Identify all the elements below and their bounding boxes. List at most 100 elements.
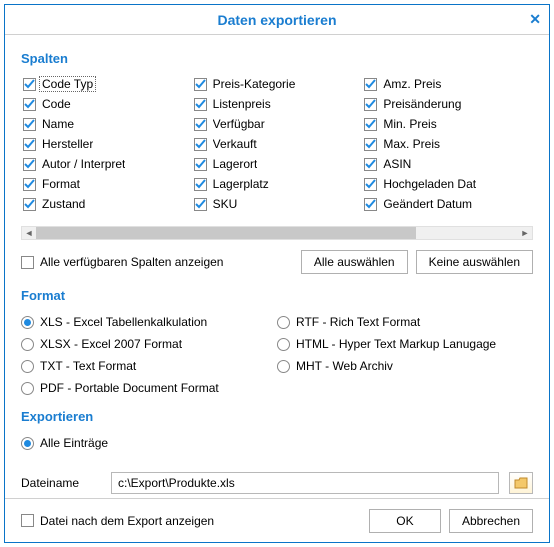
column-checkbox[interactable] — [23, 78, 36, 91]
column-checkbox[interactable] — [194, 198, 207, 211]
column-checkbox-row[interactable]: Listenpreis — [192, 94, 363, 114]
column-label: Lagerort — [213, 157, 258, 171]
column-checkbox-row[interactable]: Max. Preis — [362, 134, 533, 154]
column-checkbox[interactable] — [194, 78, 207, 91]
format-radio[interactable] — [277, 338, 290, 351]
column-label: SKU — [213, 197, 238, 211]
column-checkbox[interactable] — [364, 198, 377, 211]
cancel-button[interactable]: Abbrechen — [449, 509, 533, 533]
column-checkbox-row[interactable]: Verkauft — [192, 134, 363, 154]
column-checkbox-row[interactable]: Geändert Datum — [362, 194, 533, 214]
column-checkbox[interactable] — [364, 178, 377, 191]
export-all-radio[interactable] — [21, 437, 34, 450]
column-checkbox[interactable] — [364, 78, 377, 91]
show-after-export-label: Datei nach dem Export anzeigen — [40, 514, 214, 528]
column-checkbox[interactable] — [364, 138, 377, 151]
column-label: Lagerplatz — [213, 177, 269, 191]
close-icon[interactable]: ✕ — [529, 11, 541, 28]
column-checkbox-row[interactable]: ASIN — [362, 154, 533, 174]
format-option-html[interactable]: HTML - Hyper Text Markup Lanugage — [277, 333, 533, 355]
footer: Datei nach dem Export anzeigen OK Abbrec… — [5, 498, 549, 542]
column-label: Min. Preis — [383, 117, 436, 131]
column-checkbox[interactable] — [23, 118, 36, 131]
column-checkbox[interactable] — [194, 138, 207, 151]
column-checkbox-row[interactable]: Lagerplatz — [192, 174, 363, 194]
columns-area: Code TypCode Name Hersteller Autor / Interp… — [21, 74, 533, 224]
format-option-rtf[interactable]: RTF - Rich Text Format — [277, 311, 533, 333]
column-checkbox-row[interactable]: Verfügbar — [192, 114, 363, 134]
show-all-columns-label: Alle verfügbaren Spalten anzeigen — [40, 255, 223, 269]
format-radio[interactable] — [277, 316, 290, 329]
format-radio[interactable] — [277, 360, 290, 373]
format-label: PDF - Portable Document Format — [40, 381, 219, 395]
scroll-thumb[interactable] — [36, 227, 416, 239]
show-all-columns-checkbox[interactable] — [21, 256, 34, 269]
format-label: XLSX - Excel 2007 Format — [40, 337, 182, 351]
column-label: Max. Preis — [383, 137, 440, 151]
column-checkbox-row[interactable]: Preis-Kategorie — [192, 74, 363, 94]
export-dialog: Daten exportieren ✕ Spalten Code TypCode… — [4, 4, 550, 543]
filename-input[interactable] — [111, 472, 499, 494]
format-option-xlsx[interactable]: XLSX - Excel 2007 Format — [21, 333, 277, 355]
format-label: XLS - Excel Tabellenkalkulation — [40, 315, 207, 329]
format-label: MHT - Web Archiv — [296, 359, 393, 373]
column-label: Amz. Preis — [383, 77, 441, 91]
column-checkbox-row[interactable]: Amz. Preis — [362, 74, 533, 94]
browse-button[interactable] — [509, 472, 533, 494]
column-checkbox[interactable] — [364, 118, 377, 131]
format-option-pdf[interactable]: PDF - Portable Document Format — [21, 377, 277, 399]
format-radio[interactable] — [21, 360, 34, 373]
format-label: RTF - Rich Text Format — [296, 315, 420, 329]
column-checkbox-row[interactable]: Name — [21, 114, 192, 134]
column-checkbox-row[interactable]: Lagerort — [192, 154, 363, 174]
column-checkbox[interactable] — [23, 158, 36, 171]
format-grid: XLS - Excel Tabellenkalkulation XLSX - Ex… — [21, 311, 533, 399]
column-checkbox-row[interactable]: Zustand — [21, 194, 192, 214]
column-checkbox[interactable] — [194, 98, 207, 111]
format-label: HTML - Hyper Text Markup Lanugage — [296, 337, 496, 351]
format-radio[interactable] — [21, 316, 34, 329]
column-checkbox[interactable] — [194, 158, 207, 171]
columns-scrollbar[interactable]: ◄ ► — [21, 226, 533, 240]
column-checkbox[interactable] — [23, 178, 36, 191]
column-checkbox-row[interactable]: Min. Preis — [362, 114, 533, 134]
column-checkbox-row[interactable]: Autor / Interpret — [21, 154, 192, 174]
show-after-export-checkbox[interactable] — [21, 514, 34, 527]
format-option-mht[interactable]: MHT - Web Archiv — [277, 355, 533, 377]
column-checkbox-row[interactable]: Code Typ — [21, 74, 192, 94]
column-label: Listenpreis — [213, 97, 271, 111]
column-checkbox[interactable] — [194, 118, 207, 131]
format-label: TXT - Text Format — [40, 359, 136, 373]
column-checkbox[interactable] — [23, 98, 36, 111]
column-label: Hochgeladen Dat — [383, 177, 476, 191]
column-checkbox-row[interactable]: Code — [21, 94, 192, 114]
ok-button[interactable]: OK — [369, 509, 441, 533]
column-label: Format — [42, 177, 80, 191]
column-checkbox[interactable] — [364, 158, 377, 171]
column-checkbox[interactable] — [364, 98, 377, 111]
column-label: ASIN — [383, 157, 411, 171]
scroll-left-icon[interactable]: ◄ — [22, 227, 36, 239]
column-checkbox-row[interactable]: Format — [21, 174, 192, 194]
column-label: Hersteller — [42, 137, 93, 151]
column-checkbox-row[interactable]: Hersteller — [21, 134, 192, 154]
section-columns-title: Spalten — [21, 51, 533, 66]
column-label: Autor / Interpret — [42, 157, 125, 171]
column-label: Verkauft — [213, 137, 257, 151]
dialog-title: Daten exportieren — [217, 12, 336, 28]
column-checkbox-row[interactable]: SKU — [192, 194, 363, 214]
select-none-button[interactable]: Keine auswählen — [416, 250, 533, 274]
select-all-button[interactable]: Alle auswählen — [301, 250, 408, 274]
column-label: Name — [42, 117, 74, 131]
column-checkbox-row[interactable]: Preisänderung — [362, 94, 533, 114]
format-radio[interactable] — [21, 382, 34, 395]
format-radio[interactable] — [21, 338, 34, 351]
column-checkbox-row[interactable]: Hochgeladen Dat — [362, 174, 533, 194]
format-option-txt[interactable]: TXT - Text Format — [21, 355, 277, 377]
column-checkbox[interactable] — [194, 178, 207, 191]
format-option-xls[interactable]: XLS - Excel Tabellenkalkulation — [21, 311, 277, 333]
column-checkbox[interactable] — [23, 138, 36, 151]
column-label: Verfügbar — [213, 117, 265, 131]
scroll-right-icon[interactable]: ► — [518, 227, 532, 239]
column-checkbox[interactable] — [23, 198, 36, 211]
